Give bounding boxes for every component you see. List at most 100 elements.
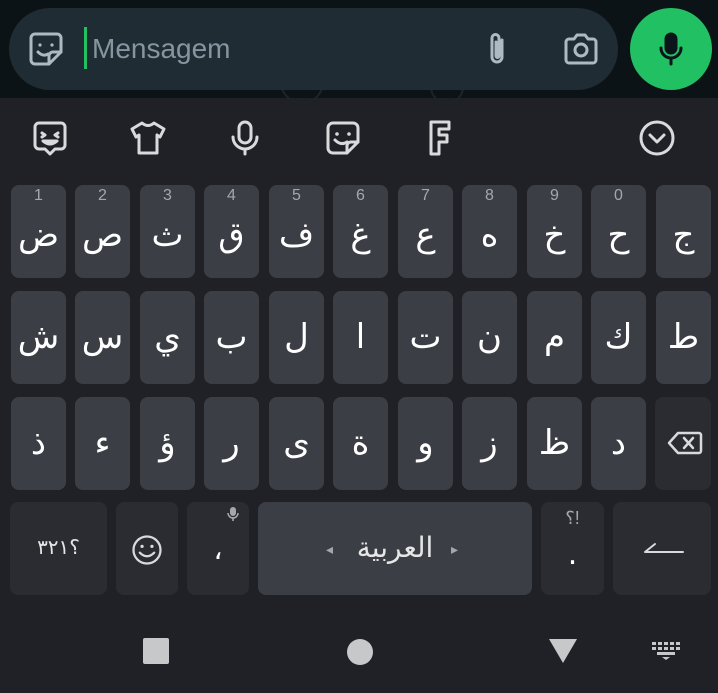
sticker-icon[interactable] (26, 29, 66, 69)
key-label: ص (81, 215, 124, 255)
key[interactable]: و (398, 397, 453, 490)
recents-square-icon[interactable] (142, 637, 170, 665)
emoji-sticker-icon[interactable] (30, 118, 70, 158)
key[interactable]: 2ص (75, 185, 130, 278)
key-label: ة (351, 423, 370, 463)
numbers-key-label: ؟٣٢١ (37, 535, 80, 559)
key-hint: 1 (34, 187, 43, 204)
key[interactable]: 7ع (398, 185, 453, 278)
key[interactable]: 3ث (140, 185, 195, 278)
key-label: ل (284, 317, 309, 357)
key-label: ج (672, 215, 695, 255)
font-icon[interactable] (420, 118, 460, 158)
key-hint: 8 (485, 187, 494, 204)
emoji-key[interactable] (116, 502, 178, 595)
key-label: ث (151, 215, 184, 255)
key-label: ء (94, 423, 111, 463)
key[interactable]: م (527, 291, 582, 384)
key[interactable]: ط (656, 291, 711, 384)
key-label: م (543, 317, 566, 357)
key-label: خ (543, 215, 566, 255)
navigation-bar (0, 610, 718, 693)
key[interactable]: 1ض (11, 185, 66, 278)
keyboard-icon[interactable] (651, 641, 681, 661)
key[interactable]: ز (462, 397, 517, 490)
key[interactable]: ر (204, 397, 259, 490)
voice-message-button[interactable] (630, 8, 712, 90)
key-hint: 6 (356, 187, 365, 204)
comma-key[interactable]: ، (187, 502, 249, 595)
key-label: و (417, 423, 434, 463)
collapse-icon[interactable] (637, 118, 677, 158)
key-label: ا (355, 317, 366, 357)
key-label: ق (218, 215, 245, 255)
key-hint: 4 (227, 187, 236, 204)
key-label: ض (17, 215, 60, 255)
key[interactable]: ة (333, 397, 388, 490)
key[interactable]: ل (269, 291, 324, 384)
space-right-arrow: ▸ (451, 542, 459, 558)
key[interactable]: 9خ (527, 185, 582, 278)
key[interactable]: د (591, 397, 646, 490)
key-label: غ (350, 215, 371, 255)
keyboard-toolbar (0, 98, 718, 178)
numbers-key[interactable]: ؟٣٢١ (10, 502, 107, 595)
key-label: ف (278, 215, 315, 255)
key[interactable]: ء (75, 397, 130, 490)
period-key[interactable]: ؟! . (541, 502, 604, 595)
mic-hint-icon (227, 507, 239, 521)
key[interactable]: 6غ (333, 185, 388, 278)
key-label: د (610, 423, 627, 463)
back-triangle-icon[interactable] (548, 638, 578, 664)
key[interactable]: 5ف (269, 185, 324, 278)
key-label: ت (409, 317, 442, 357)
key[interactable]: ك (591, 291, 646, 384)
key[interactable]: ظ (527, 397, 582, 490)
space-key[interactable]: ◂ العربية ▸ (258, 502, 532, 595)
key[interactable]: ذ (11, 397, 66, 490)
key-label: ذ (30, 423, 47, 463)
home-circle-icon[interactable] (346, 638, 374, 666)
key[interactable]: ا (333, 291, 388, 384)
enter-icon (644, 543, 684, 553)
key-hint: 7 (421, 187, 430, 204)
key-label: ظ (538, 423, 571, 463)
key[interactable]: 4ق (204, 185, 259, 278)
key-hint: 9 (550, 187, 559, 204)
key[interactable]: ى (269, 397, 324, 490)
message-input[interactable]: Mensagem (92, 30, 231, 68)
key[interactable]: 8ه (462, 185, 517, 278)
key-label: ؤ (159, 423, 176, 463)
camera-icon[interactable] (561, 29, 601, 69)
key-label: ب (215, 317, 248, 357)
key[interactable]: ج (656, 185, 711, 278)
stickers-icon[interactable] (323, 118, 363, 158)
key-hint: 3 (163, 187, 172, 204)
key-label: ك (604, 317, 633, 357)
theme-shirt-icon[interactable] (128, 118, 168, 158)
key[interactable]: ي (140, 291, 195, 384)
key-label: ز (481, 423, 498, 463)
key-label: ه (480, 215, 499, 255)
key-hint: 5 (292, 187, 301, 204)
key[interactable]: 0ح (591, 185, 646, 278)
key-label: ى (283, 423, 310, 463)
key-label: ح (607, 215, 630, 255)
enter-key[interactable] (613, 502, 711, 595)
key[interactable]: ت (398, 291, 453, 384)
key[interactable]: ش (11, 291, 66, 384)
key-hint: 2 (98, 187, 107, 204)
key[interactable]: ب (204, 291, 259, 384)
message-composer: Mensagem (9, 8, 618, 90)
attach-icon[interactable] (477, 29, 517, 69)
key[interactable]: س (75, 291, 130, 384)
key[interactable]: ن (462, 291, 517, 384)
mic-icon (659, 32, 683, 66)
key[interactable]: ؤ (140, 397, 195, 490)
period-key-hint: ؟! (565, 508, 580, 528)
voice-input-icon[interactable] (225, 118, 265, 158)
space-key-label: العربية (356, 531, 434, 564)
key-label: ي (154, 317, 181, 357)
key-label: ش (17, 317, 60, 357)
backspace-key[interactable] (655, 397, 711, 490)
